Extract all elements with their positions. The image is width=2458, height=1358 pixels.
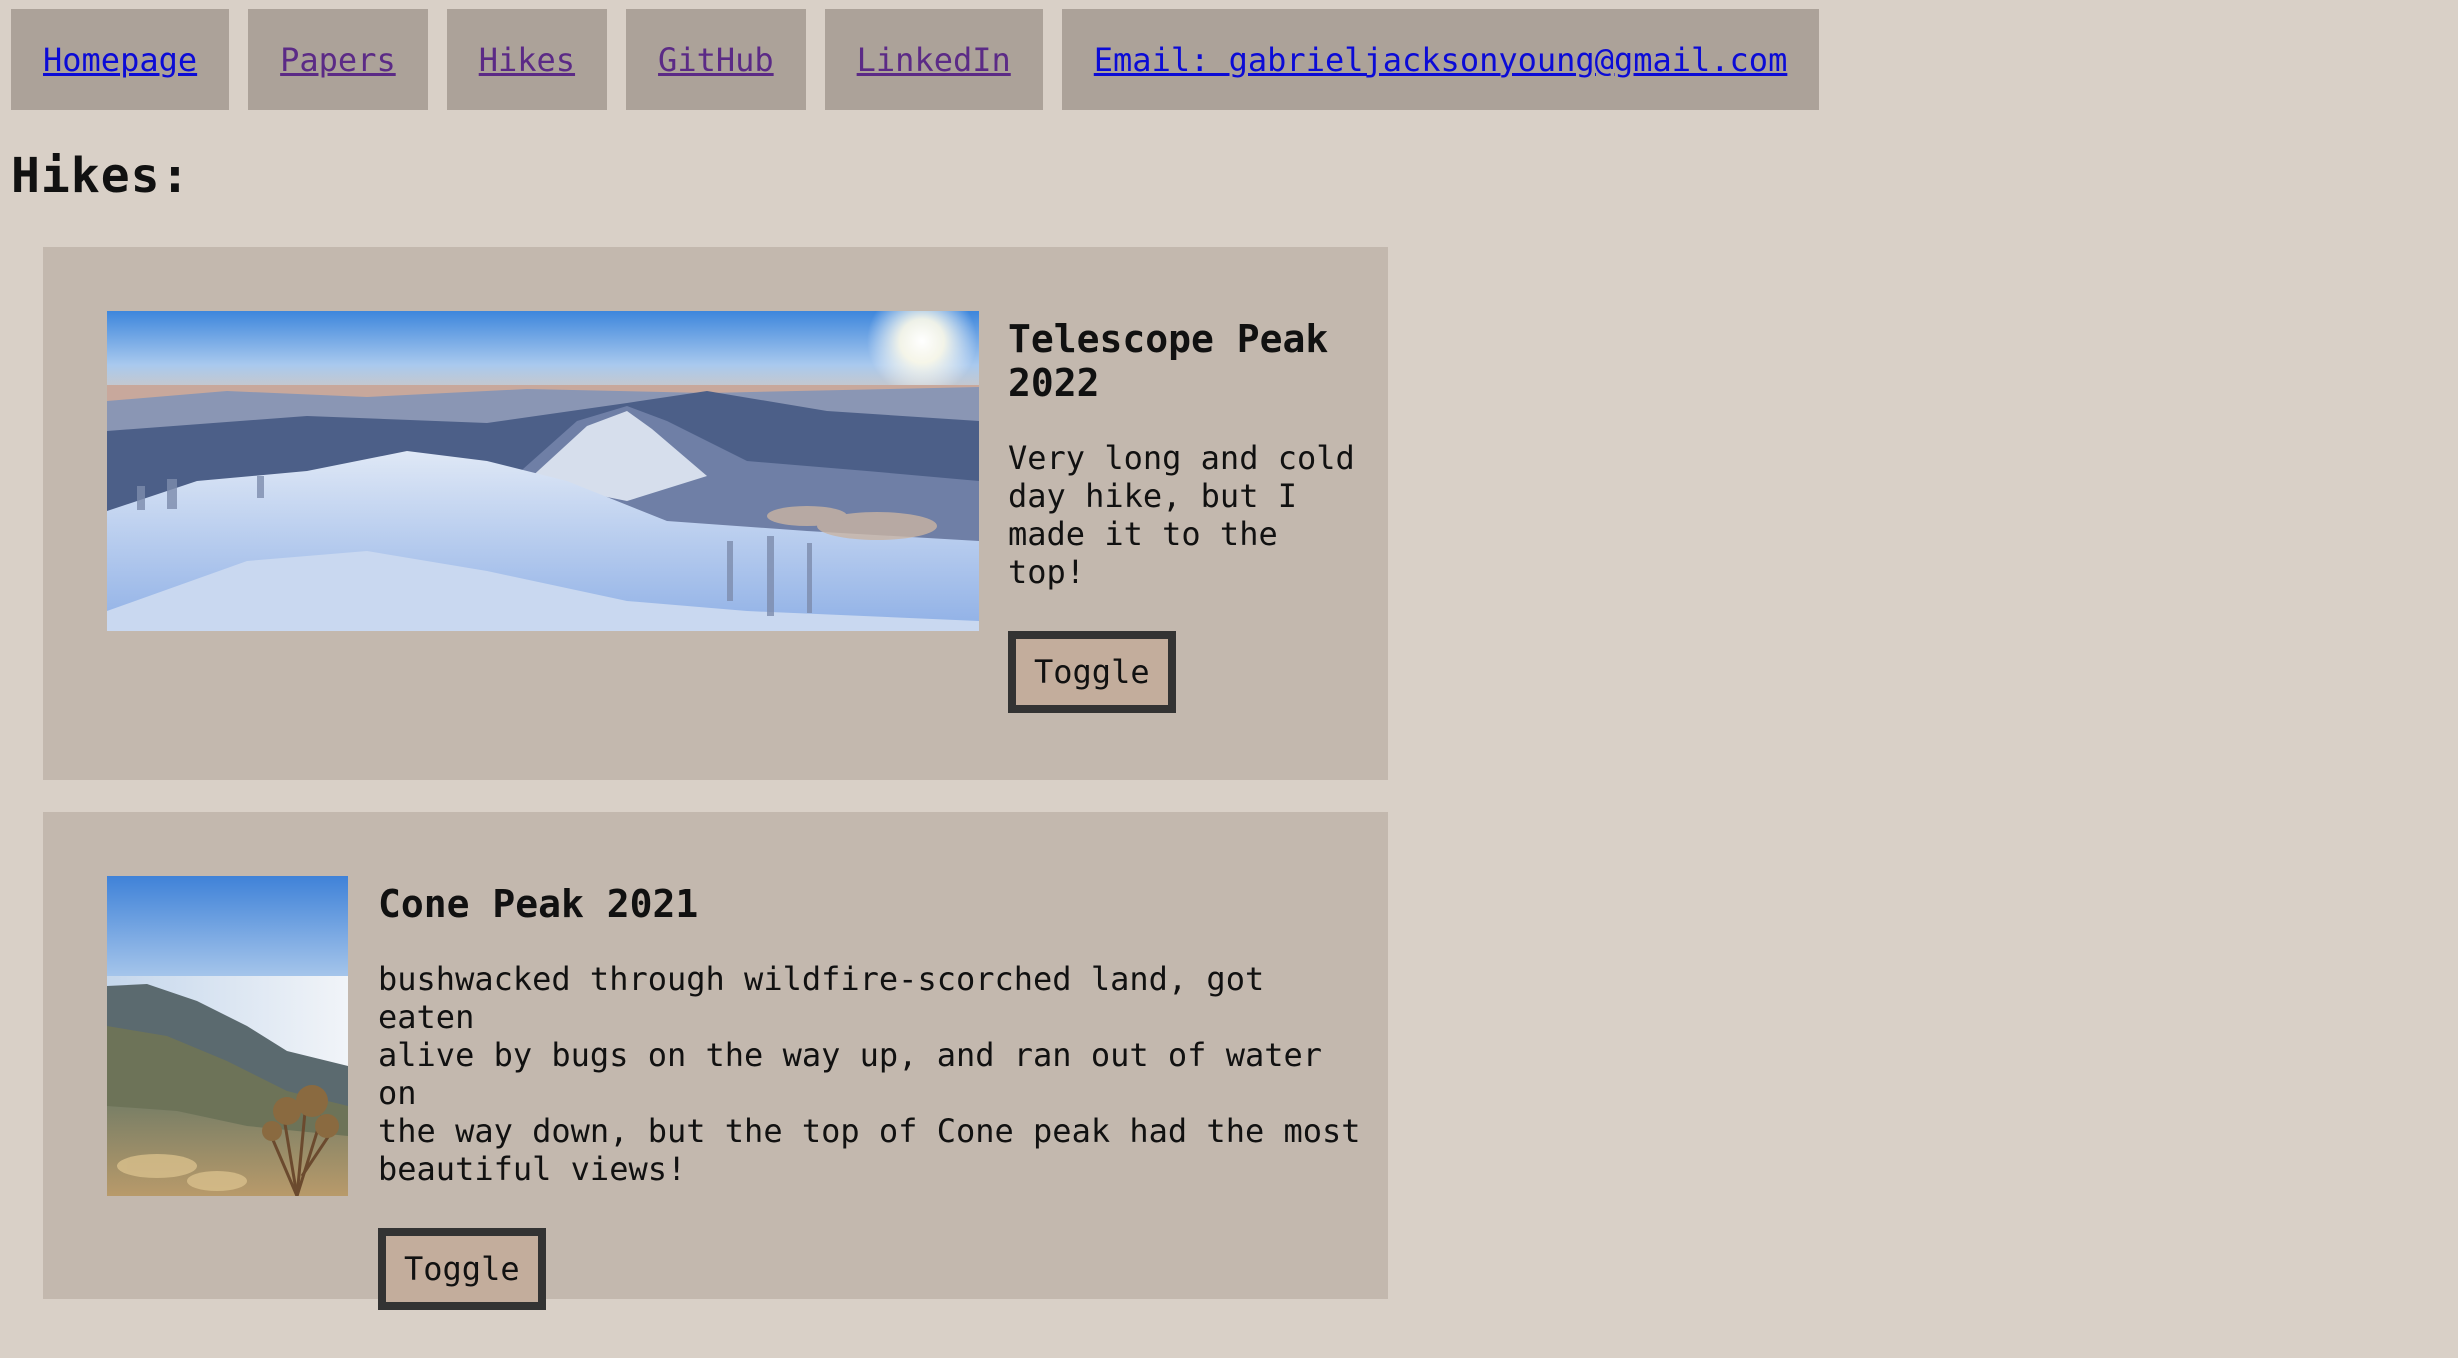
hike-photo-cone-peak bbox=[107, 876, 348, 1196]
hike-info-cone-peak: Cone Peak 2021 bushwacked through wildfi… bbox=[378, 876, 1378, 1310]
homepage-link[interactable]: Homepage bbox=[43, 41, 197, 79]
hikes-link[interactable]: Hikes bbox=[479, 41, 575, 79]
page-title: Hikes: bbox=[11, 148, 191, 204]
toggle-button[interactable]: Toggle bbox=[378, 1228, 546, 1310]
coastal-mountain-photo bbox=[107, 876, 348, 1196]
hike-title: Cone Peak 2021 bbox=[378, 882, 699, 926]
nav-item-papers: Papers bbox=[248, 9, 428, 110]
nav-item-homepage: Homepage bbox=[11, 9, 230, 110]
hike-card-cone-peak: Cone Peak 2021 bushwacked through wildfi… bbox=[43, 812, 1388, 1310]
hike-photo-telescope-peak bbox=[107, 311, 979, 631]
nav-item-email: Email: gabrieljacksonyoung@gmail.com bbox=[1061, 9, 1820, 110]
nav-item-github: GitHub bbox=[626, 9, 806, 110]
toggle-button[interactable]: Toggle bbox=[1008, 631, 1176, 713]
snowy-mountain-photo bbox=[107, 311, 979, 631]
top-nav: Homepage Papers Hikes GitHub LinkedIn Em… bbox=[11, 9, 1820, 110]
hike-description: bushwacked through wildfire-scorched lan… bbox=[378, 960, 1361, 1188]
nav-item-linkedin: LinkedIn bbox=[824, 9, 1043, 110]
nav-item-hikes: Hikes bbox=[446, 9, 608, 110]
hike-card-telescope-peak: Telescope Peak 2022 Very long and cold d… bbox=[43, 247, 1388, 780]
hike-info-telescope-peak: Telescope Peak 2022 Very long and cold d… bbox=[1008, 311, 1368, 713]
hike-title: Telescope Peak 2022 bbox=[1008, 317, 1329, 405]
hike-description: Very long and cold day hike, but I made … bbox=[1008, 439, 1355, 591]
email-link[interactable]: Email: gabrieljacksonyoung@gmail.com bbox=[1094, 41, 1788, 79]
linkedin-link[interactable]: LinkedIn bbox=[857, 41, 1011, 79]
papers-link[interactable]: Papers bbox=[280, 41, 396, 79]
github-link[interactable]: GitHub bbox=[658, 41, 774, 79]
